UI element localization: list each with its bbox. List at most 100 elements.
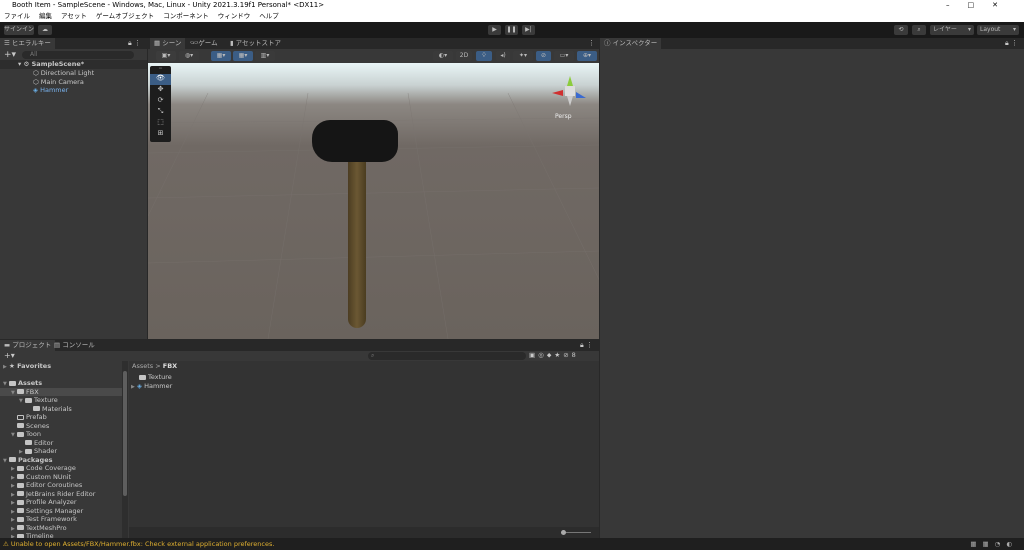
tree-item[interactable]: ▶ Profile Analyzer [11, 498, 77, 507]
scene-row[interactable]: ▾ ⚙ SampleScene* [0, 60, 147, 69]
tree-item[interactable]: Materials [27, 405, 72, 414]
tree-label: TextMeshPro [26, 523, 67, 532]
tree-item[interactable]: ▶ Editor Coroutines [11, 481, 82, 490]
toggle-2d-button[interactable]: 2D [456, 51, 472, 61]
asset-item[interactable]: Texture [139, 373, 172, 382]
hammer-handle[interactable] [348, 158, 366, 328]
tree-label: Shader [34, 447, 58, 455]
hierarchy-item[interactable]: ⬡ Main Camera [33, 78, 84, 87]
view-options-dropdown[interactable]: ◍▾ [179, 51, 199, 61]
menu-assets[interactable]: アセット [61, 11, 87, 22]
transform-tool-icon[interactable]: ⊞ [150, 129, 171, 140]
audio-toggle-icon[interactable]: ◂) [496, 51, 510, 61]
increment-snap-dropdown[interactable]: ▦▾ [233, 51, 253, 61]
more-icon[interactable]: ⋮ [588, 39, 595, 47]
tree-item[interactable]: ▶ Test Framework [11, 515, 77, 524]
lock-icon[interactable]: 🔒︎ ⋮ [128, 39, 141, 48]
inspector-tabbar: ⓘ インスペクター 🔒︎ ⋮ [600, 38, 1024, 49]
hierarchy-item[interactable]: ◈ Hammer [33, 86, 68, 95]
tree-item[interactable]: ▶ Shader [19, 447, 57, 456]
rotate-tool-icon[interactable]: ⟳ [150, 96, 171, 107]
tree-item[interactable]: Prefab [11, 413, 47, 422]
menu-file[interactable]: ファイル [4, 11, 30, 22]
folder-icon [17, 423, 24, 428]
create-icon[interactable]: +▾ [4, 351, 15, 360]
overlay-handle[interactable]: ═ [150, 66, 171, 74]
shading-dropdown[interactable]: ◐▾ [433, 51, 453, 61]
window-controls[interactable]: –□✕ [946, 0, 1016, 11]
status-icons[interactable]: ▦▦◔◐ [970, 538, 1018, 550]
favorites-row[interactable]: ▶ ★ Favorites [3, 362, 51, 371]
folder-icon [17, 414, 24, 420]
breadcrumb-fbx[interactable]: FBX [163, 362, 177, 370]
search-icon[interactable]: ⌕ [912, 25, 926, 35]
menu-component[interactable]: コンポーネント [163, 11, 209, 22]
tab-project[interactable]: ▬ プロジェクト [0, 340, 56, 351]
hammer-head[interactable] [312, 120, 398, 162]
lock-icon[interactable]: 🔒︎ ⋮ [580, 341, 593, 350]
lock-icon[interactable]: 🔒︎ ⋮ [1005, 39, 1018, 48]
zoom-slider-thumb[interactable] [561, 530, 566, 535]
layout-dropdown[interactable]: Layout ▾ [977, 25, 1019, 35]
add-icon[interactable]: +▾ [4, 50, 16, 60]
tree-item[interactable]: ▼ Assets [3, 379, 42, 388]
tab-scene[interactable]: ▦ シーン [150, 38, 186, 49]
tab-hierarchy[interactable]: ☰ ヒエラルキー [0, 38, 55, 49]
tree-item[interactable]: ▶ Settings Manager [11, 507, 83, 516]
menu-help[interactable]: ヘルプ [259, 11, 279, 22]
tab-console[interactable]: ▤ コンソール [50, 340, 99, 351]
tab-asset-store[interactable]: ▮ アセットストア [226, 38, 285, 49]
pause-button[interactable]: ❚❚ [505, 25, 518, 35]
tree-item[interactable]: ▶ Code Coverage [11, 464, 76, 473]
layers-dropdown[interactable]: レイヤー ▾ [930, 25, 974, 35]
tree-item[interactable]: ▼ Texture [19, 396, 58, 405]
view-tool-icon[interactable]: 👁︎ [150, 74, 171, 85]
gizmos-dropdown[interactable]: ⊕▾ [577, 51, 597, 61]
scene-name: SampleScene* [31, 60, 85, 68]
scrollbar-thumb[interactable] [123, 371, 127, 496]
hierarchy-item[interactable]: ⬡ Directional Light [33, 69, 94, 78]
breadcrumb-assets[interactable]: Assets [132, 362, 153, 370]
camera-dropdown[interactable]: ▭▾ [554, 51, 574, 61]
signin-button[interactable]: サインイン [4, 25, 34, 35]
project-search-input[interactable]: ⌕ [368, 352, 526, 360]
tree-item[interactable]: ▶ TextMeshPro [11, 524, 67, 533]
play-button[interactable]: ▶ [488, 25, 501, 35]
asset-item[interactable]: ▶ ◈ Hammer [131, 382, 172, 391]
move-tool-icon[interactable]: ✥ [150, 85, 171, 96]
model-icon: ◈ [137, 381, 142, 390]
tree-item[interactable]: ▶ Custom NUnit [11, 473, 71, 482]
tree-item[interactable]: Editor [19, 439, 53, 448]
lighting-toggle-icon[interactable]: 💡︎ [476, 51, 492, 61]
tree-item[interactable]: ▼ Toon [11, 430, 41, 439]
hierarchy-search-input[interactable]: All [22, 51, 134, 59]
menu-edit[interactable]: 編集 [39, 11, 52, 22]
tree-item[interactable]: ▶ JetBrains Rider Editor [11, 490, 95, 499]
layers-label: レイヤー [933, 26, 957, 33]
tab-inspector[interactable]: ⓘ インスペクター [600, 38, 662, 49]
grid-snap-dropdown[interactable]: ▦▾ [211, 51, 231, 61]
cloud-icon[interactable]: ☁ [38, 25, 52, 35]
tree-item[interactable]: Scenes [11, 422, 49, 431]
rect-tool-icon[interactable]: ⬚ [150, 118, 171, 129]
project-filter-icons[interactable]: ▣◎⬥★⊘8 [529, 351, 576, 360]
tab-game[interactable]: 👓︎ゲーム [186, 38, 222, 49]
projection-label[interactable]: Persp [555, 113, 572, 120]
effects-dropdown[interactable]: ✦▾ [513, 51, 533, 61]
hierarchy-tab-label: ヒエラルキー [11, 39, 51, 47]
hidden-objects-icon[interactable]: ⊘ [536, 51, 551, 61]
scale-tool-icon[interactable]: ⤡ [150, 107, 171, 118]
scene-viewport[interactable]: ═ 👁︎ ✥ ⟳ ⤡ ⬚ ⊞ Persp [148, 63, 599, 339]
menu-window[interactable]: ウィンドウ [218, 11, 251, 22]
tree-item[interactable]: ▼ Packages [3, 456, 52, 465]
align-dropdown[interactable]: ▥▾ [255, 51, 275, 61]
step-button[interactable]: ▶| [522, 25, 535, 35]
tree-item[interactable]: ▼ FBX [0, 387, 122, 396]
status-bar[interactable]: ⚠ Unable to open Assets/FBX/Hammer.fbx: … [0, 538, 1024, 550]
breadcrumb: Assets > FBX [132, 362, 178, 370]
menu-gameobject[interactable]: ゲームオブジェクト [96, 11, 154, 22]
orientation-gizmo[interactable] [548, 68, 592, 108]
draw-mode-dropdown[interactable]: ▣▾ [156, 51, 176, 61]
history-icon[interactable]: ⟲ [894, 25, 908, 35]
tree-scrollbar[interactable] [122, 361, 128, 538]
